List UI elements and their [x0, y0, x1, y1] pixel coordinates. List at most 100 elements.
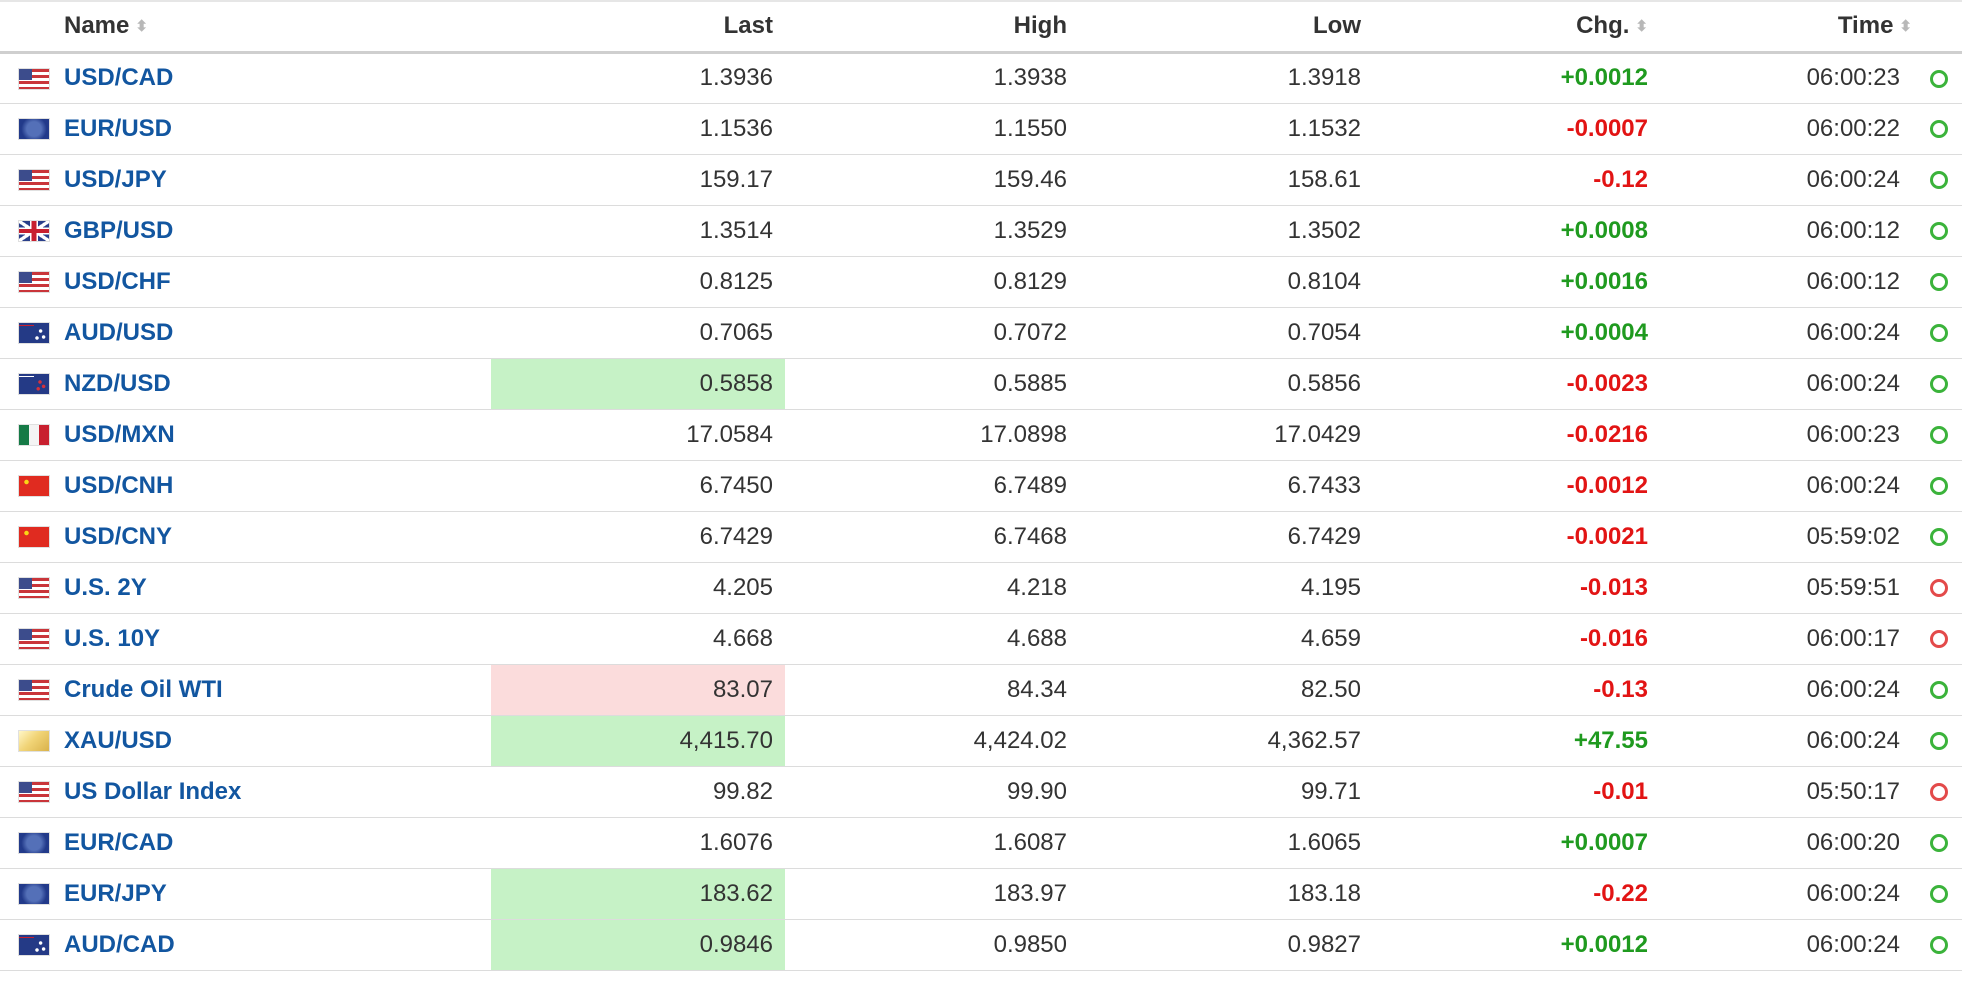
high-cell: 1.3529	[993, 216, 1067, 244]
high-cell: 1.1550	[993, 114, 1067, 142]
eu-flag-icon	[19, 119, 49, 140]
name-cell: USD/JPY	[64, 154, 491, 205]
status-cell	[1912, 409, 1962, 460]
table-row[interactable]: Crude Oil WTI 83.07 84.34 82.50 -0.13 06:00:2…	[0, 664, 1962, 715]
instrument-link[interactable]: XAU/USD	[64, 727, 172, 754]
status-cell	[1912, 715, 1962, 766]
table-row[interactable]: U.S. 2Y 4.205 4.218 4.195 -0.013 05:59:51	[0, 562, 1962, 613]
low-cell: 4.659	[1300, 624, 1361, 652]
table-row[interactable]: NZD/USD 0.5858 0.5885 0.5856 -0.0023 06:00:24	[0, 358, 1962, 409]
table-row[interactable]: USD/JPY 159.17 159.46 158.61 -0.12 06:00:24	[0, 154, 1962, 205]
header-low: Low	[1313, 12, 1361, 40]
low-cell: 17.0429	[1274, 420, 1361, 448]
instrument-link[interactable]: U.S. 2Y	[64, 574, 147, 601]
table-row[interactable]: U.S. 10Y 4.668 4.688 4.659 -0.016 06:00:17	[0, 613, 1962, 664]
table-row[interactable]: EUR/USD 1.1536 1.1550 1.1532 -0.0007 06:00:22	[0, 103, 1962, 154]
header-row: Name ⬍ Last High Low Chg. ⬍ Time ⬍	[0, 1, 1962, 52]
instrument-link[interactable]: USD/CNH	[64, 472, 173, 499]
table-row[interactable]: EUR/JPY 183.62 183.97 183.18 -0.22 06:00:24	[0, 868, 1962, 919]
header-time[interactable]: Time ⬍	[1648, 1, 1912, 52]
change-cell: -0.016	[1579, 624, 1648, 652]
header-status	[1912, 1, 1962, 52]
instrument-link[interactable]: USD/CHF	[64, 268, 171, 295]
status-cell	[1912, 154, 1962, 205]
table-row[interactable]: EUR/CAD 1.6076 1.6087 1.6065 +0.0007 06:00:20	[0, 817, 1962, 868]
market-status-icon	[1930, 222, 1948, 241]
last-cell: 0.9846	[491, 919, 785, 970]
name-cell: EUR/JPY	[64, 868, 491, 919]
change-cell: -0.22	[1593, 879, 1648, 907]
last-cell: 99.82	[712, 777, 773, 805]
cn-flag-icon	[19, 527, 49, 548]
flag-cell	[0, 307, 64, 358]
table-body: USD/CAD 1.3936 1.3938 1.3918 +0.0012 06:00:23…	[0, 52, 1962, 970]
sort-icon[interactable]: ⬍	[135, 19, 148, 34]
table-row[interactable]: AUD/USD 0.7065 0.7072 0.7054 +0.0004 06:00:24	[0, 307, 1962, 358]
us-flag-icon	[19, 578, 49, 599]
instrument-link[interactable]: USD/JPY	[64, 166, 167, 193]
instrument-link[interactable]: EUR/USD	[64, 115, 172, 142]
flag-cell	[0, 460, 64, 511]
table-row[interactable]: USD/CHF 0.8125 0.8129 0.8104 +0.0016 06:00:12	[0, 256, 1962, 307]
instrument-link[interactable]: Crude Oil WTI	[64, 676, 223, 703]
us-flag-icon	[19, 170, 49, 191]
eu-flag-icon	[19, 884, 49, 905]
name-cell: AUD/USD	[64, 307, 491, 358]
flag-cell	[0, 919, 64, 970]
time-cell: 06:00:24	[1806, 726, 1900, 754]
instrument-link[interactable]: EUR/JPY	[64, 880, 167, 907]
market-status-icon	[1930, 528, 1948, 547]
gold-icon	[19, 731, 49, 752]
flag-cell	[0, 154, 64, 205]
us-flag-icon	[19, 782, 49, 803]
mx-flag-icon	[19, 425, 49, 446]
name-cell: NZD/USD	[64, 358, 491, 409]
eu-flag-icon	[19, 833, 49, 854]
name-cell: AUD/CAD	[64, 919, 491, 970]
market-status-icon	[1930, 630, 1948, 649]
last-cell: 1.3936	[699, 64, 773, 91]
header-chg[interactable]: Chg. ⬍	[1373, 1, 1648, 52]
sort-icon[interactable]: ⬍	[1899, 19, 1912, 34]
au-flag-icon	[19, 935, 49, 956]
low-cell: 1.3502	[1287, 216, 1361, 244]
time-cell: 05:50:17	[1806, 777, 1900, 805]
change-cell: +0.0012	[1560, 930, 1648, 958]
market-status-icon	[1930, 732, 1948, 751]
name-cell: U.S. 10Y	[64, 613, 491, 664]
status-cell	[1912, 817, 1962, 868]
table-row[interactable]: XAU/USD 4,415.70 4,424.02 4,362.57 +47.55 06:…	[0, 715, 1962, 766]
market-status-icon	[1930, 885, 1948, 904]
table-row[interactable]: USD/CNY 6.7429 6.7468 6.7429 -0.0021 05:59:02	[0, 511, 1962, 562]
instrument-link[interactable]: NZD/USD	[64, 370, 171, 397]
table-row[interactable]: US Dollar Index 99.82 99.90 99.71 -0.01 05:50…	[0, 766, 1962, 817]
sort-icon[interactable]: ⬍	[1635, 19, 1648, 34]
instrument-link[interactable]: USD/CAD	[64, 64, 173, 91]
change-cell: -0.0023	[1566, 369, 1648, 397]
instrument-link[interactable]: USD/CNY	[64, 523, 172, 550]
change-cell: -0.0021	[1566, 522, 1648, 550]
header-name-label: Name	[64, 12, 130, 40]
time-cell: 06:00:22	[1806, 114, 1900, 142]
instrument-link[interactable]: US Dollar Index	[64, 778, 241, 805]
instrument-link[interactable]: U.S. 10Y	[64, 625, 160, 652]
last-cell: 1.1536	[699, 114, 773, 142]
instrument-link[interactable]: GBP/USD	[64, 217, 173, 244]
table-row[interactable]: USD/MXN 17.0584 17.0898 17.0429 -0.0216 06:00…	[0, 409, 1962, 460]
instrument-link[interactable]: USD/MXN	[64, 421, 175, 448]
table-row[interactable]: USD/CNH 6.7450 6.7489 6.7433 -0.0012 06:00:24	[0, 460, 1962, 511]
time-cell: 05:59:02	[1806, 522, 1900, 550]
instrument-link[interactable]: EUR/CAD	[64, 829, 173, 856]
low-cell: 158.61	[1287, 165, 1361, 193]
instrument-link[interactable]: AUD/CAD	[64, 931, 175, 958]
high-cell: 4.218	[1006, 573, 1067, 601]
name-cell: USD/CHF	[64, 256, 491, 307]
table-row[interactable]: AUD/CAD 0.9846 0.9850 0.9827 +0.0012 06:00:24	[0, 919, 1962, 970]
header-name[interactable]: Name ⬍	[64, 1, 491, 52]
low-cell: 0.5856	[1287, 369, 1361, 397]
instrument-link[interactable]: AUD/USD	[64, 319, 173, 346]
table-row[interactable]: USD/CAD 1.3936 1.3938 1.3918 +0.0012 06:00:23	[0, 52, 1962, 103]
status-cell	[1912, 307, 1962, 358]
table-row[interactable]: GBP/USD 1.3514 1.3529 1.3502 +0.0008 06:00:12	[0, 205, 1962, 256]
header-time-label: Time	[1837, 12, 1894, 40]
